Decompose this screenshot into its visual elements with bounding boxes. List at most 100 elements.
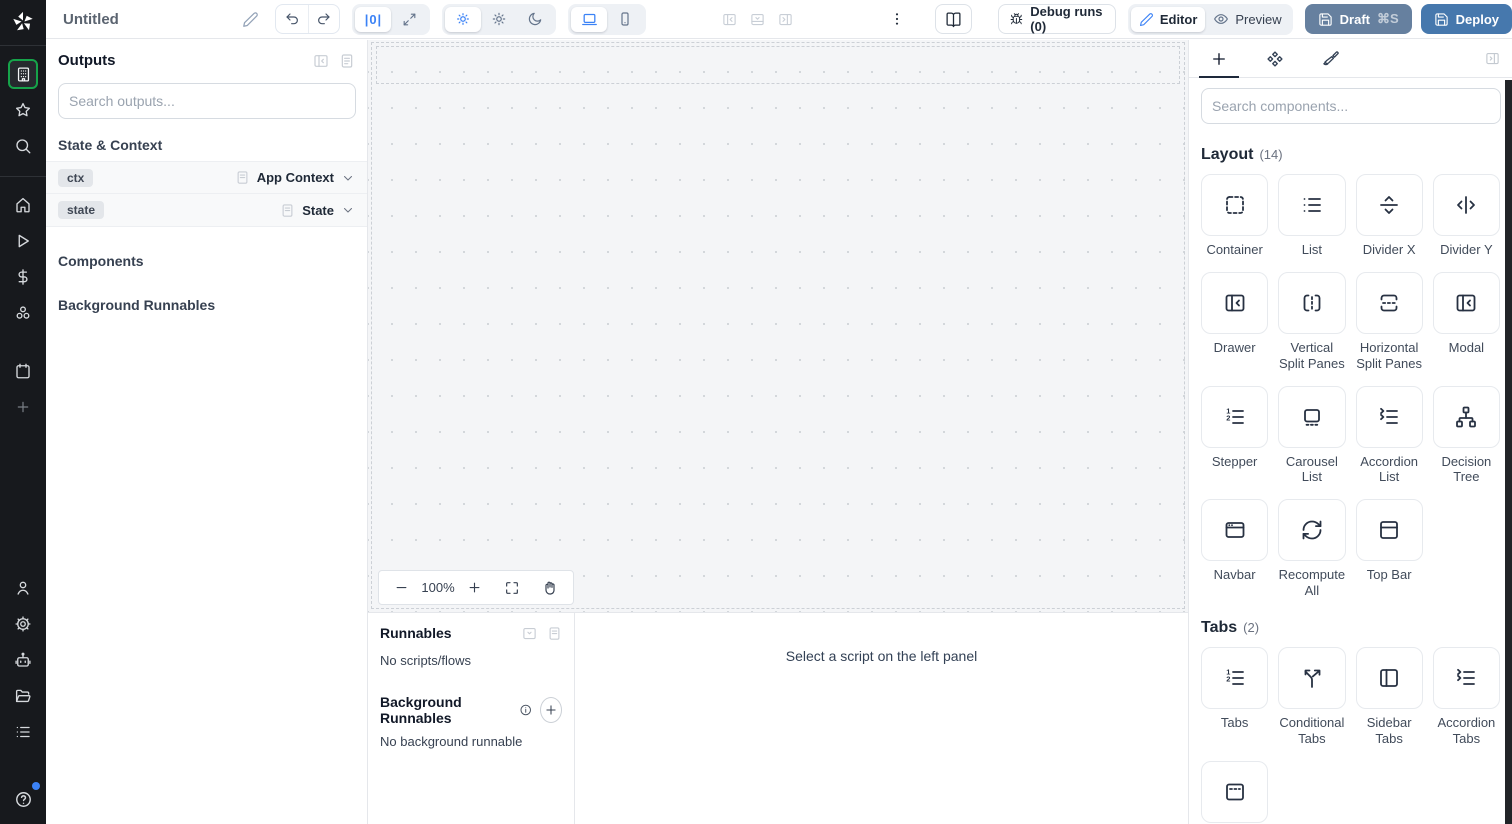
sidebar-item-add[interactable]	[8, 392, 38, 422]
component-card-conditional-tabs[interactable]: Conditional Tabs	[1278, 647, 1346, 747]
sidebar-item-folders[interactable]	[8, 681, 38, 711]
chevron-down-icon[interactable]	[341, 171, 355, 185]
tab-component-settings[interactable]	[1247, 40, 1303, 77]
sidebar-item-home[interactable]	[8, 190, 38, 220]
svg-text:2: 2	[1226, 674, 1230, 683]
component-card-list[interactable]: List	[1278, 174, 1346, 258]
sidebar-item-variables[interactable]	[8, 262, 38, 292]
add-background-runnable-button[interactable]	[539, 697, 562, 723]
rename-app-button[interactable]	[238, 7, 263, 32]
component-card-divider-y[interactable]: Divider Y	[1432, 174, 1500, 258]
component-card-invisible-tabs[interactable]	[1201, 760, 1269, 824]
outputs-doc-button[interactable]	[339, 53, 355, 69]
sidebar-item-logs[interactable]	[8, 717, 38, 747]
component-card-carousel-list[interactable]: Carousel List	[1278, 385, 1346, 486]
zoom-reset-button[interactable]: |0|	[355, 6, 392, 32]
laptop-icon	[582, 13, 597, 25]
undo-button[interactable]	[276, 5, 308, 33]
zoom-in-button[interactable]	[464, 577, 485, 598]
sidebar-item-favorites[interactable]	[8, 95, 38, 125]
desktop-view-button[interactable]	[571, 6, 608, 32]
component-card-vertical-split-panes[interactable]: Vertical Split Panes	[1278, 271, 1346, 372]
debug-runs-button[interactable]: Debug runs (0)	[998, 4, 1116, 34]
sidebar-item-users[interactable]	[8, 573, 38, 603]
undo-redo-group	[274, 4, 341, 34]
collapse-panel-button[interactable]	[313, 53, 329, 69]
theme-dark-button[interactable]	[517, 7, 553, 32]
preview-label: Preview	[1235, 11, 1282, 27]
app-title[interactable]: Untitled	[46, 11, 238, 28]
component-card-container[interactable]: Container	[1201, 174, 1269, 258]
component-card-decision-tree[interactable]: Decision Tree	[1432, 385, 1500, 486]
collapse-runnables-button[interactable]	[522, 626, 537, 641]
component-card-horizontal-split-panes[interactable]: Horizontal Split Panes	[1355, 271, 1423, 372]
accordion-tabs-icon	[1457, 668, 1476, 685]
windmill-logo-icon[interactable]	[10, 9, 36, 35]
sidebar-item-resources[interactable]	[8, 298, 38, 328]
help-button[interactable]	[8, 782, 40, 814]
left-rail	[0, 0, 46, 824]
sidebar-item-settings[interactable]	[8, 609, 38, 639]
tab-component-styling[interactable]	[1303, 40, 1359, 77]
list-icon	[1303, 198, 1321, 212]
notification-dot	[32, 782, 40, 790]
canvas-drop-zone[interactable]	[376, 46, 1180, 84]
device-group	[568, 3, 647, 35]
sidebar-item-workspace-apps[interactable]	[8, 59, 38, 89]
theme-auto-button[interactable]	[445, 6, 482, 32]
panel-left-toggle-icon[interactable]	[722, 12, 737, 27]
collapse-components-panel-button[interactable]	[1485, 40, 1512, 77]
search-components-input[interactable]	[1201, 88, 1501, 124]
search-outputs-input[interactable]	[58, 83, 356, 119]
component-card-top-bar[interactable]: Top Bar	[1355, 499, 1423, 599]
sidebar-item-schedules[interactable]	[8, 356, 38, 386]
panel-bottom-close-icon	[523, 627, 536, 639]
component-card-navbar[interactable]: Navbar	[1201, 499, 1269, 599]
pan-tool-button[interactable]	[539, 577, 561, 599]
rail-divider	[0, 176, 46, 177]
docs-button[interactable]	[935, 4, 973, 34]
app-canvas[interactable]: 100%	[368, 40, 1188, 612]
redo-button[interactable]	[307, 5, 340, 33]
panel-bottom-toggle-icon[interactable]	[750, 12, 765, 27]
zoom-out-button[interactable]	[391, 577, 412, 598]
component-card-recompute-all[interactable]: Recompute All	[1278, 499, 1346, 599]
scrollbar[interactable]	[1505, 80, 1512, 824]
component-card-divider-x[interactable]: Divider X	[1355, 174, 1423, 258]
mobile-view-button[interactable]	[607, 7, 643, 32]
runnables-doc-button[interactable]	[547, 626, 562, 641]
smartphone-icon	[621, 12, 630, 26]
component-card-sidebar-tabs[interactable]: Sidebar Tabs	[1355, 647, 1423, 747]
more-menu-button[interactable]	[885, 7, 909, 31]
component-card-stepper[interactable]: 1 2 Stepper	[1201, 385, 1269, 486]
fit-view-button[interactable]	[391, 7, 427, 32]
component-card-tabs[interactable]: 1 2 Tabs	[1201, 647, 1269, 747]
state-row[interactable]: state State	[46, 194, 367, 227]
panel-right-toggle-icon[interactable]	[778, 12, 793, 27]
component-card-accordion-tabs[interactable]: Accordion Tabs	[1432, 647, 1500, 747]
no-scripts-label: No scripts/flows	[380, 653, 472, 668]
file-text-icon	[341, 53, 353, 68]
component-card-modal[interactable]: Modal	[1432, 271, 1500, 372]
draft-button[interactable]: Draft ⌘S	[1304, 4, 1412, 34]
sidebar-item-workers[interactable]	[8, 645, 38, 675]
tab-insert-component[interactable]	[1191, 40, 1247, 78]
kebab-icon	[896, 13, 899, 25]
chevron-down-icon[interactable]	[341, 203, 355, 217]
preview-mode-button[interactable]: Preview	[1205, 7, 1289, 32]
sidebar-item-runs[interactable]	[8, 226, 38, 256]
component-card-drawer[interactable]: Drawer	[1201, 271, 1269, 372]
resources-icon	[16, 306, 30, 319]
component-card-accordion-list[interactable]: Accordion List	[1355, 385, 1423, 486]
invisible-tabs-icon	[1225, 783, 1244, 801]
deploy-button[interactable]: Deploy	[1420, 4, 1512, 34]
tabs-section-count: (2)	[1243, 620, 1260, 636]
ctx-row[interactable]: ctx App Context	[46, 161, 367, 194]
editor-mode-button[interactable]: Editor	[1130, 6, 1206, 32]
select-script-message: Select a script on the left panel	[785, 648, 978, 664]
theme-light-button[interactable]	[481, 7, 517, 32]
theme-group	[442, 3, 557, 35]
zoom-level: 100%	[421, 580, 455, 595]
sidebar-item-search[interactable]	[8, 131, 38, 161]
fit-canvas-button[interactable]	[501, 577, 523, 599]
